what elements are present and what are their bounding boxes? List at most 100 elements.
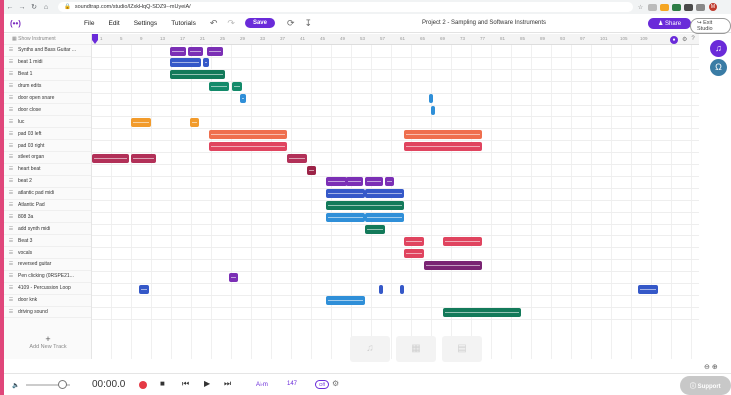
record-button[interactable] (139, 381, 147, 389)
home-icon[interactable]: ⌂ (40, 4, 52, 11)
track-row[interactable]: ☰ 808 3a (4, 211, 91, 224)
track-row[interactable]: ☰ pad 03 right (4, 140, 91, 153)
audio-clip[interactable] (203, 58, 209, 68)
back-icon[interactable]: ← (4, 4, 16, 11)
audio-clip[interactable] (189, 117, 200, 127)
audio-clip[interactable] (187, 46, 204, 56)
track-row[interactable]: ☰ beat 1 midi (4, 57, 91, 69)
key-display[interactable]: A♭m (256, 381, 268, 388)
menu-file[interactable]: File (84, 20, 94, 27)
track-row[interactable]: ☰ reversed guitar (4, 259, 91, 271)
timeline-ruler[interactable]: 1 5 9 13 17 21 25 29 33 37 41 45 49 53 57 61 65 69 73 77 81 8… (92, 34, 699, 45)
extension-icon[interactable] (648, 3, 657, 11)
audio-clip[interactable] (443, 308, 521, 318)
audio-clip[interactable] (384, 177, 395, 187)
avatar[interactable]: M (709, 3, 717, 11)
audio-clip[interactable] (365, 213, 404, 223)
audio-clip[interactable] (423, 260, 482, 270)
audio-clip[interactable] (326, 296, 365, 306)
audio-clip[interactable] (365, 177, 383, 187)
track-row[interactable]: ☰ Beat 1 (4, 69, 91, 81)
metronome-icon[interactable]: ⚙ (332, 379, 339, 388)
history-icon[interactable]: ⟳ (287, 18, 295, 29)
settings-icon[interactable]: ⚙ (682, 36, 687, 44)
save-button[interactable]: Save (244, 18, 275, 28)
audio-clip[interactable] (365, 189, 404, 199)
track-row[interactable]: ☰ heart beat (4, 164, 91, 176)
soundtrap-logo[interactable]: (••) (10, 19, 84, 28)
audio-clip[interactable] (404, 248, 424, 258)
audio-clip[interactable] (209, 141, 287, 151)
audio-clip[interactable] (209, 129, 287, 139)
audio-clip[interactable] (209, 82, 229, 92)
forward-icon[interactable]: ⏭ (224, 379, 231, 389)
project-title[interactable]: Project 2 - Sampling and Software Instru… (422, 20, 546, 26)
audio-clip[interactable] (326, 201, 404, 211)
audio-clip[interactable] (207, 46, 223, 56)
audio-clip[interactable] (404, 141, 482, 151)
rewind-icon[interactable]: ⏮ (182, 379, 189, 389)
audio-clip[interactable] (306, 165, 317, 175)
share-button[interactable]: ♟ Share (648, 18, 692, 29)
track-row[interactable]: ☰ vocals (4, 247, 91, 260)
audio-clip[interactable] (326, 213, 365, 223)
track-row[interactable]: ☰ Atlantic Pad (4, 200, 91, 212)
support-button[interactable]: ⓘ Support (680, 376, 731, 395)
play-icon[interactable]: ▶ (204, 379, 210, 388)
redo-icon[interactable]: ↷ (227, 18, 235, 29)
audio-clip[interactable] (170, 70, 225, 80)
audio-clip[interactable] (443, 236, 482, 246)
menu-edit[interactable]: Edit (108, 20, 119, 27)
track-row[interactable]: ☰ Pen clicking (0RSPE21... (4, 271, 91, 283)
address-bar[interactable]: 🔒 soundtrap.com/studio/lZxkHqQ-SDZ9--mUy… (58, 2, 633, 12)
audio-clip[interactable] (92, 153, 130, 163)
extension-icon[interactable] (660, 3, 669, 11)
audio-clip[interactable] (404, 236, 424, 246)
audio-clip[interactable] (365, 225, 385, 234)
music-note-icon[interactable]: ♫ (710, 40, 727, 57)
track-row[interactable]: ☰ pad 03 left (4, 128, 91, 141)
exit-studio-button[interactable]: ↪ Exit Studio (690, 18, 731, 34)
library-icon[interactable]: ▤ (442, 336, 482, 362)
audio-clip[interactable] (131, 117, 151, 127)
undo-icon[interactable]: ↶ (210, 18, 218, 29)
track-row[interactable]: ☰ stleet organ (4, 152, 91, 164)
zoom-in-icon[interactable]: ⊕ (712, 364, 718, 371)
comment-icon[interactable]: ● (670, 36, 678, 44)
audio-clip[interactable] (404, 129, 482, 139)
forward-icon[interactable]: → (16, 4, 28, 11)
audio-clip[interactable] (378, 284, 383, 294)
metronome-toggle[interactable]: Off (315, 380, 329, 389)
audio-clip[interactable] (138, 284, 149, 294)
audio-clip[interactable] (170, 58, 202, 68)
track-row[interactable]: ☰ luc (4, 116, 91, 129)
help-icon[interactable]: ? (691, 36, 694, 44)
track-row[interactable]: ☰ atlantic pad midi (4, 188, 91, 200)
track-row[interactable]: ☰ driving sound (4, 307, 91, 319)
track-row[interactable]: ☰ door close (4, 104, 91, 117)
track-row[interactable]: ☰ 4109 - Percussion Loop (4, 283, 91, 295)
arrangement-grid[interactable] (92, 45, 699, 359)
music-icon[interactable]: ♫ (350, 336, 390, 362)
add-track-button[interactable]: + Add New Track (4, 334, 92, 350)
menu-settings[interactable]: Settings (134, 20, 158, 27)
audio-clip[interactable] (400, 284, 405, 294)
audio-clip[interactable] (170, 46, 186, 56)
puzzle-icon[interactable] (696, 3, 705, 11)
track-row[interactable]: ☰ door knk (4, 295, 91, 307)
tempo-display[interactable]: 147 (287, 381, 297, 387)
star-icon[interactable]: ☆ (636, 4, 645, 11)
audio-clip[interactable] (287, 153, 307, 163)
audio-clip[interactable] (638, 284, 658, 294)
stop-icon[interactable]: ■ (160, 379, 165, 388)
track-row[interactable]: ☰ Beat 3 (4, 235, 91, 248)
volume-knob[interactable] (58, 380, 67, 389)
audio-clip[interactable] (431, 106, 436, 115)
audio-clip[interactable] (240, 94, 247, 104)
audio-clip[interactable] (232, 82, 243, 92)
audio-clip[interactable] (345, 177, 364, 187)
audio-clip[interactable] (131, 153, 157, 163)
audio-clip[interactable] (228, 272, 239, 282)
track-row[interactable]: ☰ Synths and Bass Guitar ... (4, 45, 91, 57)
loops-icon[interactable]: Ω (710, 59, 727, 76)
